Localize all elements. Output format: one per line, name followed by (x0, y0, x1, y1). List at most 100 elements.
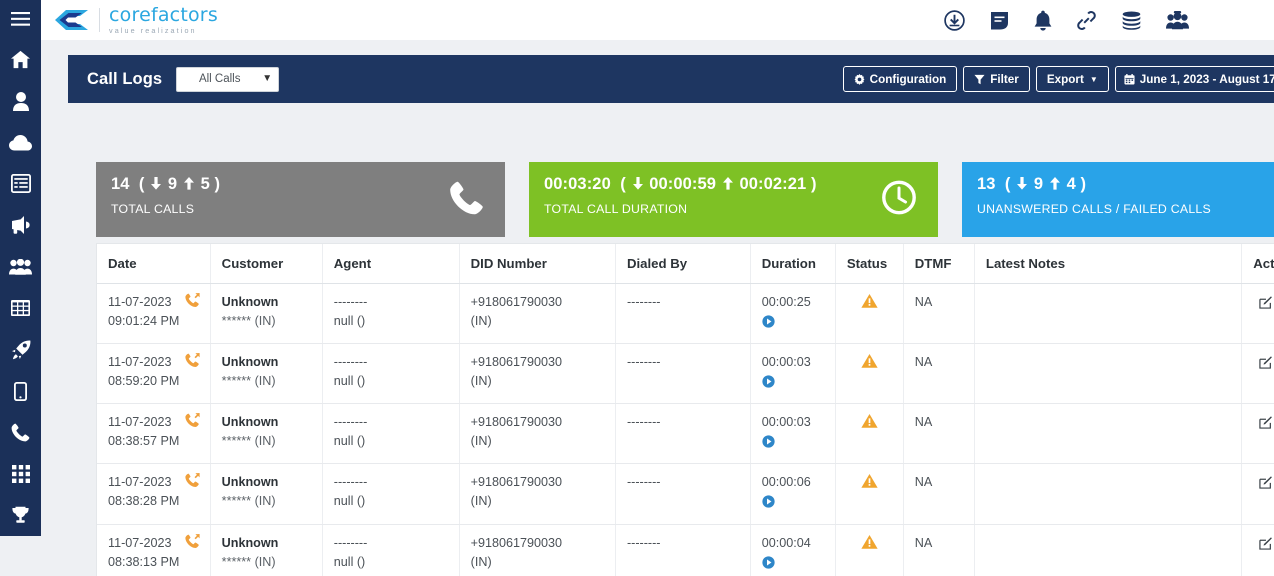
sidebar-item-leads[interactable] (0, 80, 41, 121)
stat-card-total-calls[interactable]: 14 ( 9 5 ) TOTAL CALLS (96, 162, 505, 237)
incoming-call-icon (185, 292, 200, 313)
arrow-up-icon (722, 177, 734, 190)
customer-name: Unknown (221, 475, 279, 490)
sidebar-item-telephony[interactable] (0, 412, 41, 453)
agent-dashes: -------- (333, 475, 368, 490)
cell-duration: 00:00:03 (750, 403, 836, 465)
did-country: (IN) (470, 494, 492, 509)
table-body: 11-07-2023 09:01:24 PM Unknown ****** (IN)… (97, 283, 1274, 576)
total-calls-value: 14 ( 9 5 ) (111, 175, 221, 193)
call-date-value: 11-07-2023 08:38:57 PM (108, 415, 180, 449)
table-row[interactable]: 11-07-2023 08:38:57 PM Unknown ****** (IN)… (97, 403, 1274, 465)
arrow-down-icon (1016, 177, 1028, 190)
table-row[interactable]: 11-07-2023 08:38:28 PM Unknown ****** (IN)… (97, 463, 1274, 525)
download-circle-icon[interactable] (944, 9, 965, 31)
sidebar-item-modules[interactable] (0, 288, 41, 329)
call-date-value: 11-07-2023 09:01:24 PM (108, 294, 180, 328)
cell-dialed-by: -------- (615, 524, 751, 576)
table-row[interactable]: 11-07-2023 08:38:13 PM Unknown ****** (IN)… (97, 524, 1274, 576)
home-icon (10, 50, 31, 69)
cell-action (1241, 524, 1274, 576)
stat-card-total-call-duration[interactable]: 00:03:20 ( 00:00:59 00:02:21 ) TOTAL CAL… (529, 162, 938, 237)
sidebar-item-rewards[interactable] (0, 495, 41, 536)
people-icon[interactable] (1166, 10, 1189, 30)
sidebar-item-campaigns[interactable] (0, 205, 41, 246)
call-type-select[interactable]: All Calls ▼ (176, 66, 280, 92)
call-logs-table-container[interactable]: Date Customer Agent DID Number Dialed By… (96, 243, 1274, 576)
stat-card-unanswered-failed-calls[interactable]: 13 ( 9 4 ) UNANSWERED CALLS / FAILED CAL… (962, 162, 1274, 237)
dtmf-value: NA (914, 535, 933, 550)
sidebar-item-mobile[interactable] (0, 370, 41, 411)
chat-bubble-icon[interactable] (989, 10, 1010, 31)
link-icon[interactable] (1076, 10, 1097, 31)
sidebar-item-apps[interactable] (0, 453, 41, 494)
date-range-button[interactable]: June 1, 2023 - August 17, (1114, 66, 1274, 92)
edit-icon[interactable] (1259, 416, 1272, 435)
arrow-up-icon (1049, 177, 1061, 190)
configuration-button[interactable]: Configuration (842, 66, 958, 92)
incoming-call-icon (185, 413, 200, 433)
did-country: (IN) (470, 434, 492, 449)
incoming-call-icon (185, 473, 200, 493)
customer-name: Unknown (221, 535, 279, 550)
cell-customer: Unknown ****** (IN) (210, 463, 323, 525)
call-logs-header: Call Logs All Calls ▼ Configuration Filt… (68, 55, 1274, 103)
column-header-date[interactable]: Date (97, 244, 211, 284)
play-icon[interactable] (762, 495, 775, 509)
play-icon[interactable] (762, 556, 775, 569)
column-header-dtmf[interactable]: DTMF (903, 244, 975, 284)
sidebar-item-records[interactable] (0, 163, 41, 204)
customer-name: Unknown (221, 354, 279, 369)
cell-date: 11-07-2023 09:01:24 PM (97, 283, 211, 344)
logo-divider (99, 7, 100, 32)
brand-logo[interactable]: corefactors value realization (54, 5, 218, 34)
column-header-latest-notes[interactable]: Latest Notes (974, 244, 1243, 284)
warning-icon (861, 474, 878, 492)
sidebar-item-teams[interactable] (0, 246, 41, 287)
edit-icon[interactable] (1259, 295, 1272, 315)
edit-icon[interactable] (1259, 356, 1272, 375)
column-header-action[interactable]: Action (1241, 244, 1274, 284)
dialed-by: -------- (626, 294, 661, 309)
cell-status (835, 283, 904, 344)
cell-customer: Unknown ****** (IN) (210, 343, 323, 405)
edit-icon[interactable] (1259, 536, 1272, 556)
column-header-duration[interactable]: Duration (750, 244, 836, 284)
sidebar-item-home[interactable] (0, 39, 41, 80)
total-calls-label: TOTAL CALLS (111, 202, 195, 217)
agent-dashes: -------- (333, 354, 368, 369)
apps-grid-icon (11, 464, 30, 483)
table-row[interactable]: 11-07-2023 08:59:20 PM Unknown ****** (IN)… (97, 343, 1274, 405)
sidebar-item-automation[interactable] (0, 329, 41, 370)
play-icon[interactable] (762, 375, 775, 388)
play-icon[interactable] (762, 435, 775, 448)
sidebar-item-cloud[interactable] (0, 122, 41, 163)
filter-button[interactable]: Filter (963, 66, 1030, 92)
edit-icon[interactable] (1259, 476, 1272, 495)
customer-name: Unknown (221, 415, 279, 430)
play-icon[interactable] (762, 315, 775, 328)
bell-icon[interactable] (1034, 10, 1052, 31)
export-button-label: Export (1046, 72, 1084, 86)
column-header-status[interactable]: Status (835, 244, 904, 284)
phone-icon (11, 423, 30, 442)
table-row[interactable]: 11-07-2023 09:01:24 PM Unknown ****** (IN)… (97, 283, 1274, 344)
coins-stack-icon[interactable] (1121, 11, 1142, 30)
customer-number: ****** (IN) (221, 554, 276, 569)
cell-did-number: +918061790030 (IN) (459, 283, 616, 344)
column-header-customer[interactable]: Customer (210, 244, 323, 284)
arrow-down-icon (150, 177, 162, 190)
cell-agent: -------- null () (322, 524, 460, 576)
cell-duration: 00:00:06 (750, 463, 836, 525)
column-header-did-number[interactable]: DID Number (459, 244, 616, 284)
agent-null: null () (333, 554, 366, 569)
column-header-agent[interactable]: Agent (322, 244, 460, 284)
cell-date: 11-07-2023 08:38:28 PM (97, 463, 211, 525)
hamburger-menu-icon[interactable] (0, 0, 41, 39)
cell-did-number: +918061790030 (IN) (459, 343, 616, 405)
cell-dialed-by: -------- (615, 403, 751, 465)
cell-date: 11-07-2023 08:59:20 PM (97, 343, 211, 405)
column-header-dialed-by[interactable]: Dialed By (615, 244, 751, 284)
mobile-icon (14, 381, 27, 401)
export-button[interactable]: Export ▼ (1035, 66, 1109, 92)
